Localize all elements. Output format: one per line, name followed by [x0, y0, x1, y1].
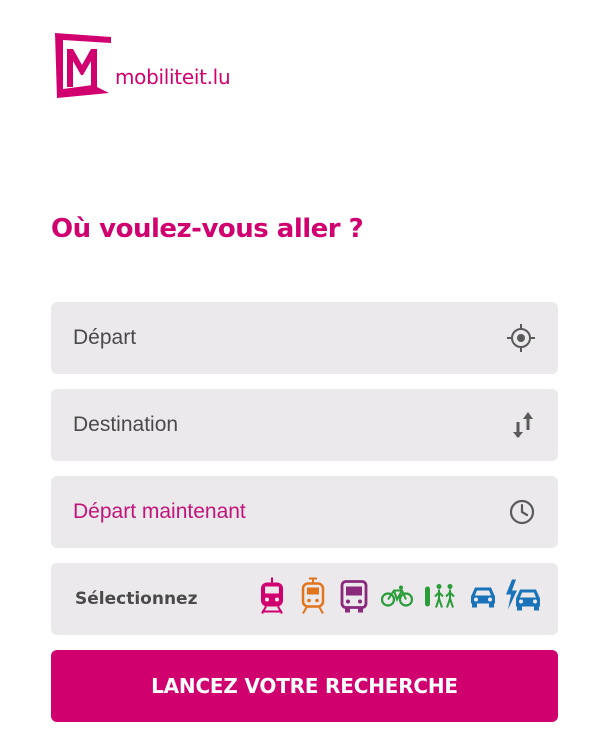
destination-field[interactable]: Destination: [51, 389, 558, 461]
train-icon[interactable]: [258, 577, 286, 621]
tram-icon[interactable]: [299, 577, 327, 621]
electric-car-icon[interactable]: [504, 579, 544, 619]
page-title: Où voulez-vous aller ?: [51, 214, 364, 244]
bus-icon[interactable]: [339, 580, 369, 619]
logo-text: mobiliteit.lu: [115, 65, 231, 89]
locate-icon[interactable]: [506, 323, 536, 353]
destination-placeholder: Destination: [73, 413, 179, 436]
departure-field[interactable]: Départ: [51, 302, 558, 374]
walk-icon[interactable]: [424, 584, 456, 615]
departure-time-value: Départ maintenant: [73, 500, 246, 523]
swap-arrows-icon[interactable]: [510, 410, 536, 440]
departure-placeholder: Départ: [73, 326, 137, 349]
modes-label: Sélectionnez: [75, 589, 198, 609]
transport-modes-selector[interactable]: Sélectionnez: [51, 563, 558, 635]
search-button[interactable]: LANCEZ VOTRE RECHERCHE: [51, 650, 558, 722]
search-button-label: LANCEZ VOTRE RECHERCHE: [151, 674, 458, 698]
clock-icon: [508, 498, 536, 526]
car-icon[interactable]: [468, 585, 498, 614]
logo-mark-icon: [55, 33, 111, 98]
departure-time-field[interactable]: Départ maintenant: [51, 476, 558, 548]
bike-icon[interactable]: [380, 585, 414, 613]
mobiliteit-logo[interactable]: mobiliteit.lu: [53, 31, 253, 101]
